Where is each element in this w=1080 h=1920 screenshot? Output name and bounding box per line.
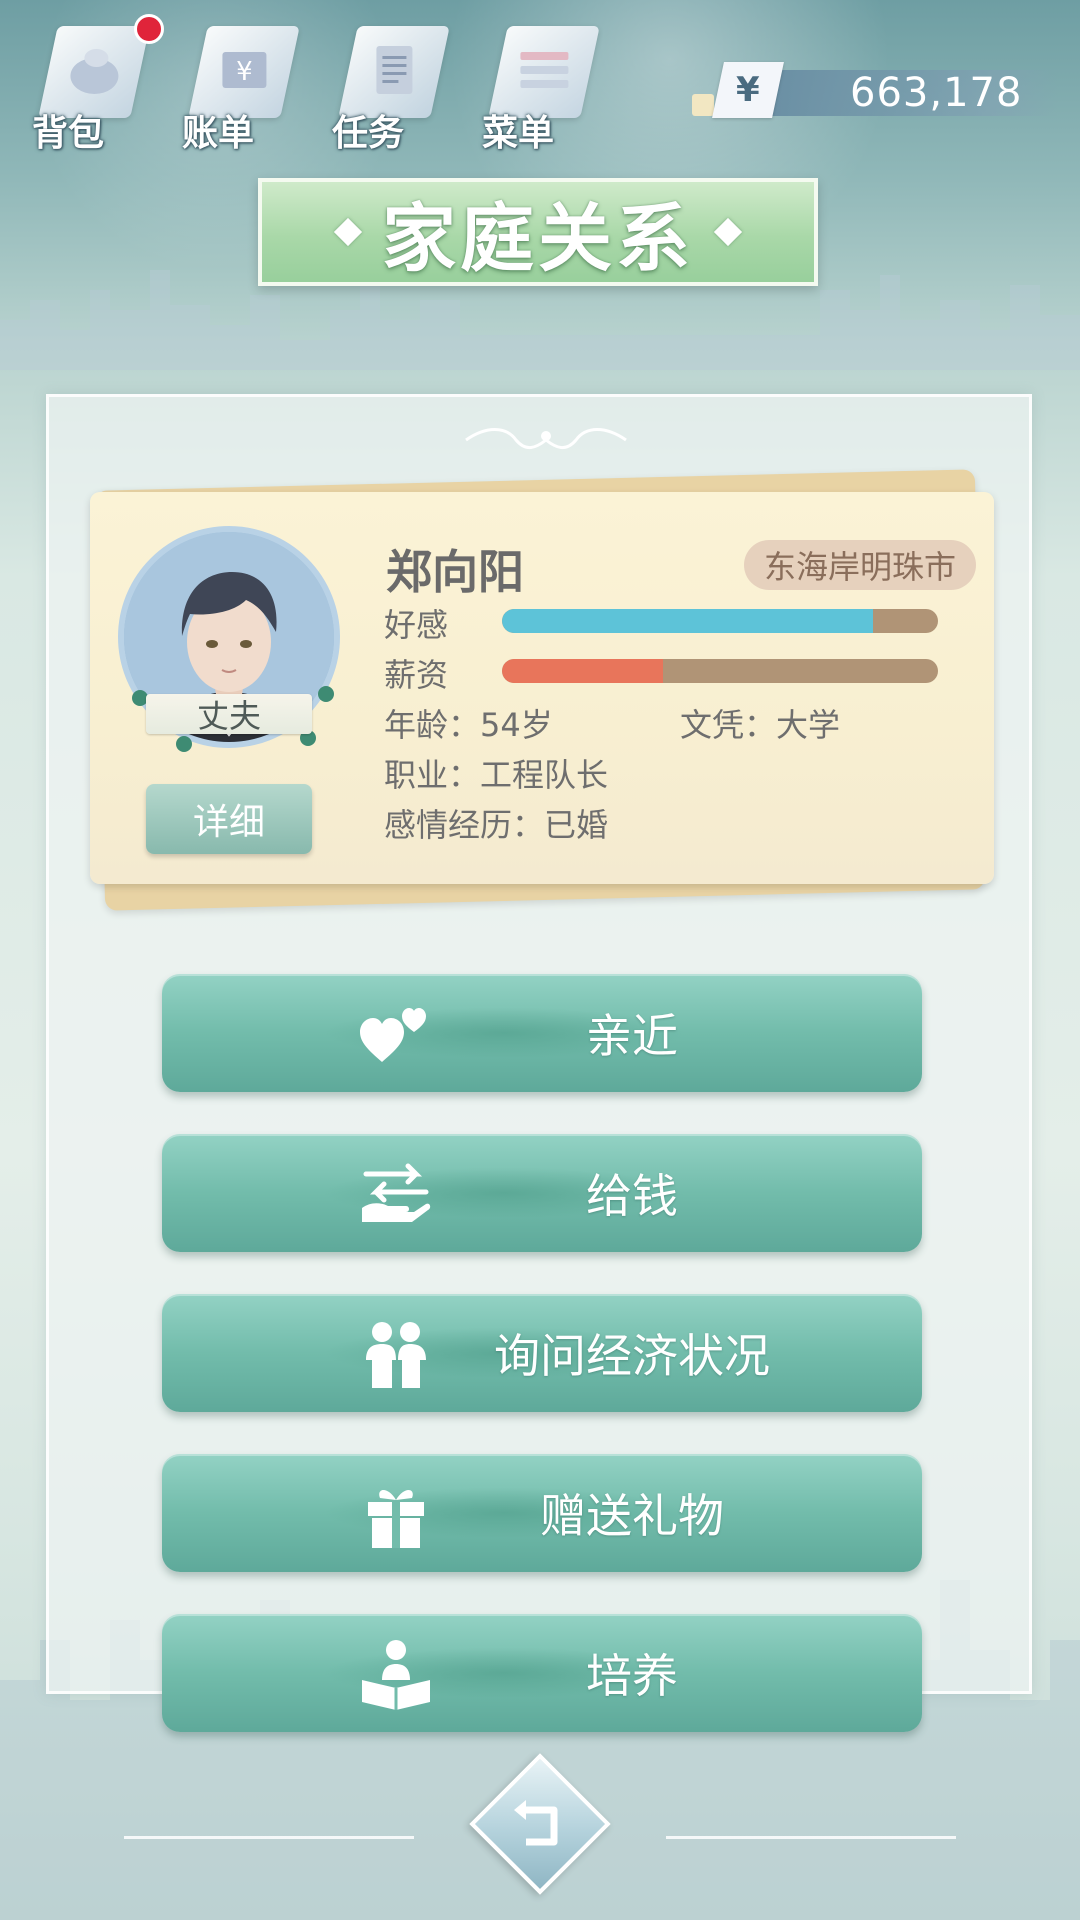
yen-icon: ¥ — [712, 62, 784, 118]
nav-bill[interactable]: ¥ 账单 — [170, 8, 300, 154]
diamond-decoration-left — [333, 217, 363, 247]
page-title: 家庭关系 — [382, 195, 694, 282]
education-info: 文凭：大学 — [680, 706, 841, 744]
yen-symbol: ¥ — [736, 70, 760, 110]
page-title-banner: 家庭关系 — [258, 178, 818, 286]
relationship-info: 感情经历：已婚 — [384, 806, 609, 844]
coin-tab — [692, 94, 714, 116]
notification-dot — [134, 14, 164, 44]
decorative-line-left — [124, 1836, 414, 1839]
action-label-give-money: 给钱 — [586, 1169, 678, 1223]
back-button[interactable] — [469, 1753, 611, 1895]
age-info: 年龄：54岁 — [384, 706, 553, 744]
nav-task-label: 任务 — [332, 113, 405, 154]
salary-bar — [502, 659, 938, 683]
role-label: 丈夫 — [146, 694, 312, 735]
top-navigation: 背包 ¥ 账单 任务 菜单 — [20, 8, 640, 154]
svg-text:¥: ¥ — [236, 57, 253, 87]
decorative-line-right — [666, 1836, 956, 1839]
action-label-give-gift: 赠送礼物 — [540, 1489, 724, 1543]
action-button-intimacy[interactable]: 亲近 — [162, 974, 922, 1092]
nav-menu[interactable]: 菜单 — [470, 8, 600, 154]
salary-label: 薪资 — [384, 656, 449, 694]
nav-backpack-label: 背包 — [32, 113, 105, 154]
character-name: 郑向阳 — [386, 545, 524, 599]
nav-backpack[interactable]: 背包 — [20, 8, 164, 154]
favor-bar — [502, 609, 938, 633]
nav-bill-label: 账单 — [182, 113, 255, 154]
money-display: ¥ 663,178 — [690, 62, 1070, 120]
favor-bar-fill — [502, 609, 873, 633]
action-label-ask-finances: 询问经济状况 — [494, 1329, 770, 1383]
city-badge: 东海岸明珠市 — [744, 540, 976, 590]
money-amount: 663,178 — [850, 70, 1023, 116]
action-button-nurture[interactable]: 培养 — [162, 1614, 922, 1732]
job-info: 职业：工程队长 — [384, 756, 609, 794]
favor-label: 好感 — [384, 606, 449, 644]
leaf-decoration — [176, 736, 192, 752]
diamond-decoration-right — [713, 217, 743, 247]
action-button-give-money[interactable]: 给钱 — [162, 1134, 922, 1252]
action-button-ask-finances[interactable]: 询问经济状况 — [162, 1294, 922, 1412]
action-label-nurture: 培养 — [586, 1649, 678, 1703]
back-arrow-icon — [514, 1800, 558, 1846]
nav-menu-label: 菜单 — [482, 113, 555, 154]
salary-bar-fill — [502, 659, 664, 683]
flourish-ornament — [465, 428, 627, 449]
detail-button[interactable]: 详细 — [146, 784, 312, 854]
nav-task[interactable]: 任务 — [320, 8, 450, 154]
action-label-intimacy: 亲近 — [586, 1009, 678, 1063]
leaf-decoration — [318, 686, 334, 702]
action-button-give-gift[interactable]: 赠送礼物 — [162, 1454, 922, 1572]
